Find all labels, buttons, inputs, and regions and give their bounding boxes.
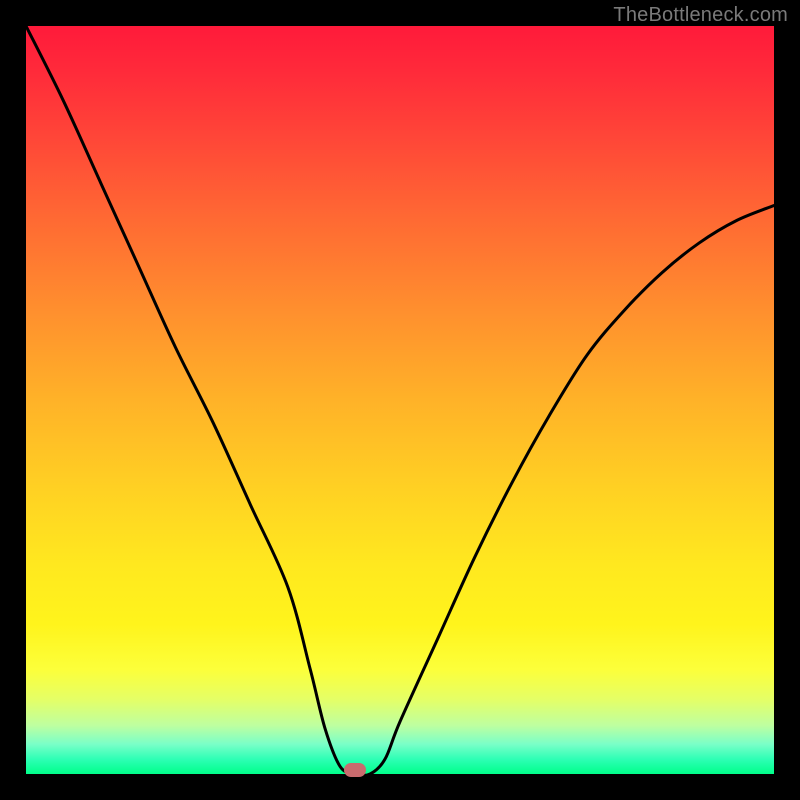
optimal-point-marker: [344, 763, 366, 777]
plot-gradient-background: [26, 26, 774, 774]
watermark-text: TheBottleneck.com: [613, 4, 788, 27]
chart-frame: TheBottleneck.com: [0, 0, 800, 800]
